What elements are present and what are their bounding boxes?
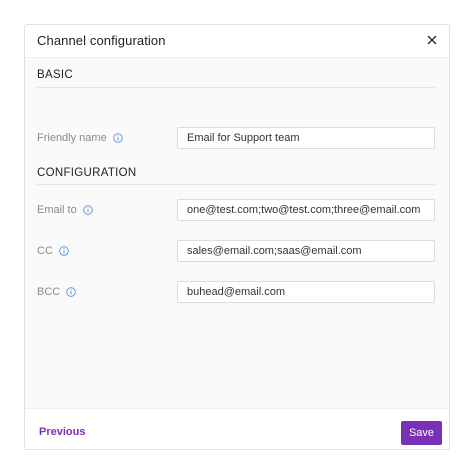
previous-button[interactable]: Previous (39, 426, 85, 438)
friendly-name-label-text: Friendly name (37, 132, 107, 144)
bcc-label: BCC (37, 286, 76, 298)
email-to-label-text: Email to (37, 204, 77, 216)
friendly-name-input[interactable] (177, 127, 435, 149)
bcc-label-text: BCC (37, 286, 61, 298)
section-title-configuration: CONFIGURATION (37, 167, 137, 179)
section-divider-configuration (37, 184, 435, 185)
section-divider-basic (37, 87, 435, 88)
friendly-name-label: Friendly name (37, 132, 123, 144)
cc-label: CC (37, 245, 69, 257)
cc-label-text: CC (37, 245, 53, 257)
dialog-header: Channel configuration (25, 25, 449, 57)
info-icon[interactable] (59, 246, 69, 256)
email-to-label: Email to (37, 204, 93, 216)
bcc-input[interactable] (177, 281, 435, 303)
dialog-body: BASIC Friendly name CONFIGURATION Email … (25, 58, 449, 408)
channel-configuration-dialog: Channel configuration BASIC Friendly nam… (24, 24, 450, 450)
info-icon[interactable] (66, 287, 76, 297)
save-button[interactable]: Save (401, 421, 442, 445)
dialog-title: Channel configuration (37, 33, 166, 48)
footer-divider (25, 408, 449, 409)
section-title-basic: BASIC (37, 69, 74, 81)
close-icon[interactable] (425, 33, 439, 47)
cc-input[interactable] (177, 240, 435, 262)
email-to-input[interactable] (177, 199, 435, 221)
info-icon[interactable] (82, 205, 93, 215)
info-icon[interactable] (112, 133, 123, 143)
